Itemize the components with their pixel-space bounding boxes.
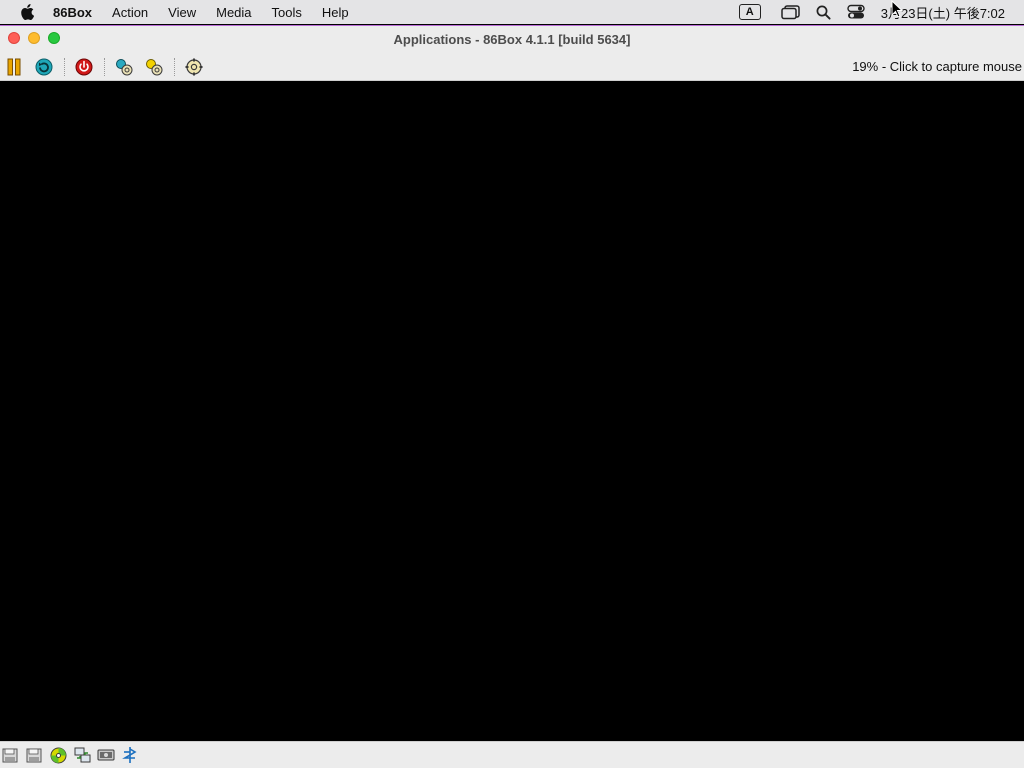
keyboard-button[interactable]: [121, 746, 139, 764]
toolbar-separator: [104, 58, 105, 76]
floppy-a-button[interactable]: [1, 746, 19, 764]
window-title: Applications - 86Box 4.1.1 [build 5634]: [393, 32, 631, 47]
network-icon: [74, 747, 90, 762]
window-titlebar[interactable]: Applications - 86Box 4.1.1 [build 5634]: [0, 25, 1024, 53]
settings-icon: [116, 59, 133, 76]
network-button[interactable]: [73, 746, 91, 764]
power-button[interactable]: [74, 57, 94, 77]
toolbar-separator: [174, 58, 175, 76]
floppy-a-icon: [2, 748, 18, 763]
input-source-menu[interactable]: A: [737, 0, 763, 24]
menu-extras: A 3月23日(土) 午後7:02: [737, 0, 1024, 24]
input-source-badge: A: [738, 4, 761, 20]
sound-button[interactable]: [97, 746, 115, 764]
capture-mouse-status[interactable]: 19% - Click to capture mouse: [852, 59, 1022, 74]
ctrl-alt-del-icon: [35, 58, 53, 76]
floppy-b-icon: [26, 748, 42, 763]
apple-icon: [21, 4, 34, 20]
hard-reset-icon: [146, 59, 163, 76]
control-center-icon[interactable]: [845, 0, 867, 24]
sound-icon: [97, 749, 115, 761]
menu-tools[interactable]: Tools: [272, 5, 302, 20]
menu-bar: 86Box Action View Media Tools Help A 3月2…: [0, 0, 1024, 24]
power-icon: [75, 58, 93, 76]
machine-config-button[interactable]: [184, 57, 204, 77]
spotlight-search-icon[interactable]: [813, 0, 835, 24]
pause-icon: [7, 58, 21, 76]
menu-media[interactable]: Media: [216, 5, 251, 20]
menu-action[interactable]: Action: [112, 5, 148, 20]
window-switcher-icon[interactable]: [779, 0, 803, 24]
menu-view[interactable]: View: [168, 5, 196, 20]
settings-button[interactable]: [114, 57, 134, 77]
hard-reset-button[interactable]: [144, 57, 164, 77]
menu-help[interactable]: Help: [322, 5, 349, 20]
machine-config-icon: [185, 58, 203, 76]
cdrom-icon: [50, 747, 66, 763]
status-bar: [0, 741, 1024, 768]
cdrom-button[interactable]: [49, 746, 67, 764]
keyboard-icon: [122, 747, 137, 763]
emulator-toolbar: 19% - Click to capture mouse: [0, 53, 1024, 81]
ctrl-alt-del-button[interactable]: [34, 57, 54, 77]
menu-app-name[interactable]: 86Box: [53, 5, 92, 20]
mouse-cursor-icon: [891, 0, 903, 18]
apple-menu[interactable]: [14, 0, 40, 24]
pause-button[interactable]: [4, 57, 24, 77]
floppy-b-button[interactable]: [25, 746, 43, 764]
toolbar-separator: [64, 58, 65, 76]
emulator-display[interactable]: [0, 82, 1024, 741]
